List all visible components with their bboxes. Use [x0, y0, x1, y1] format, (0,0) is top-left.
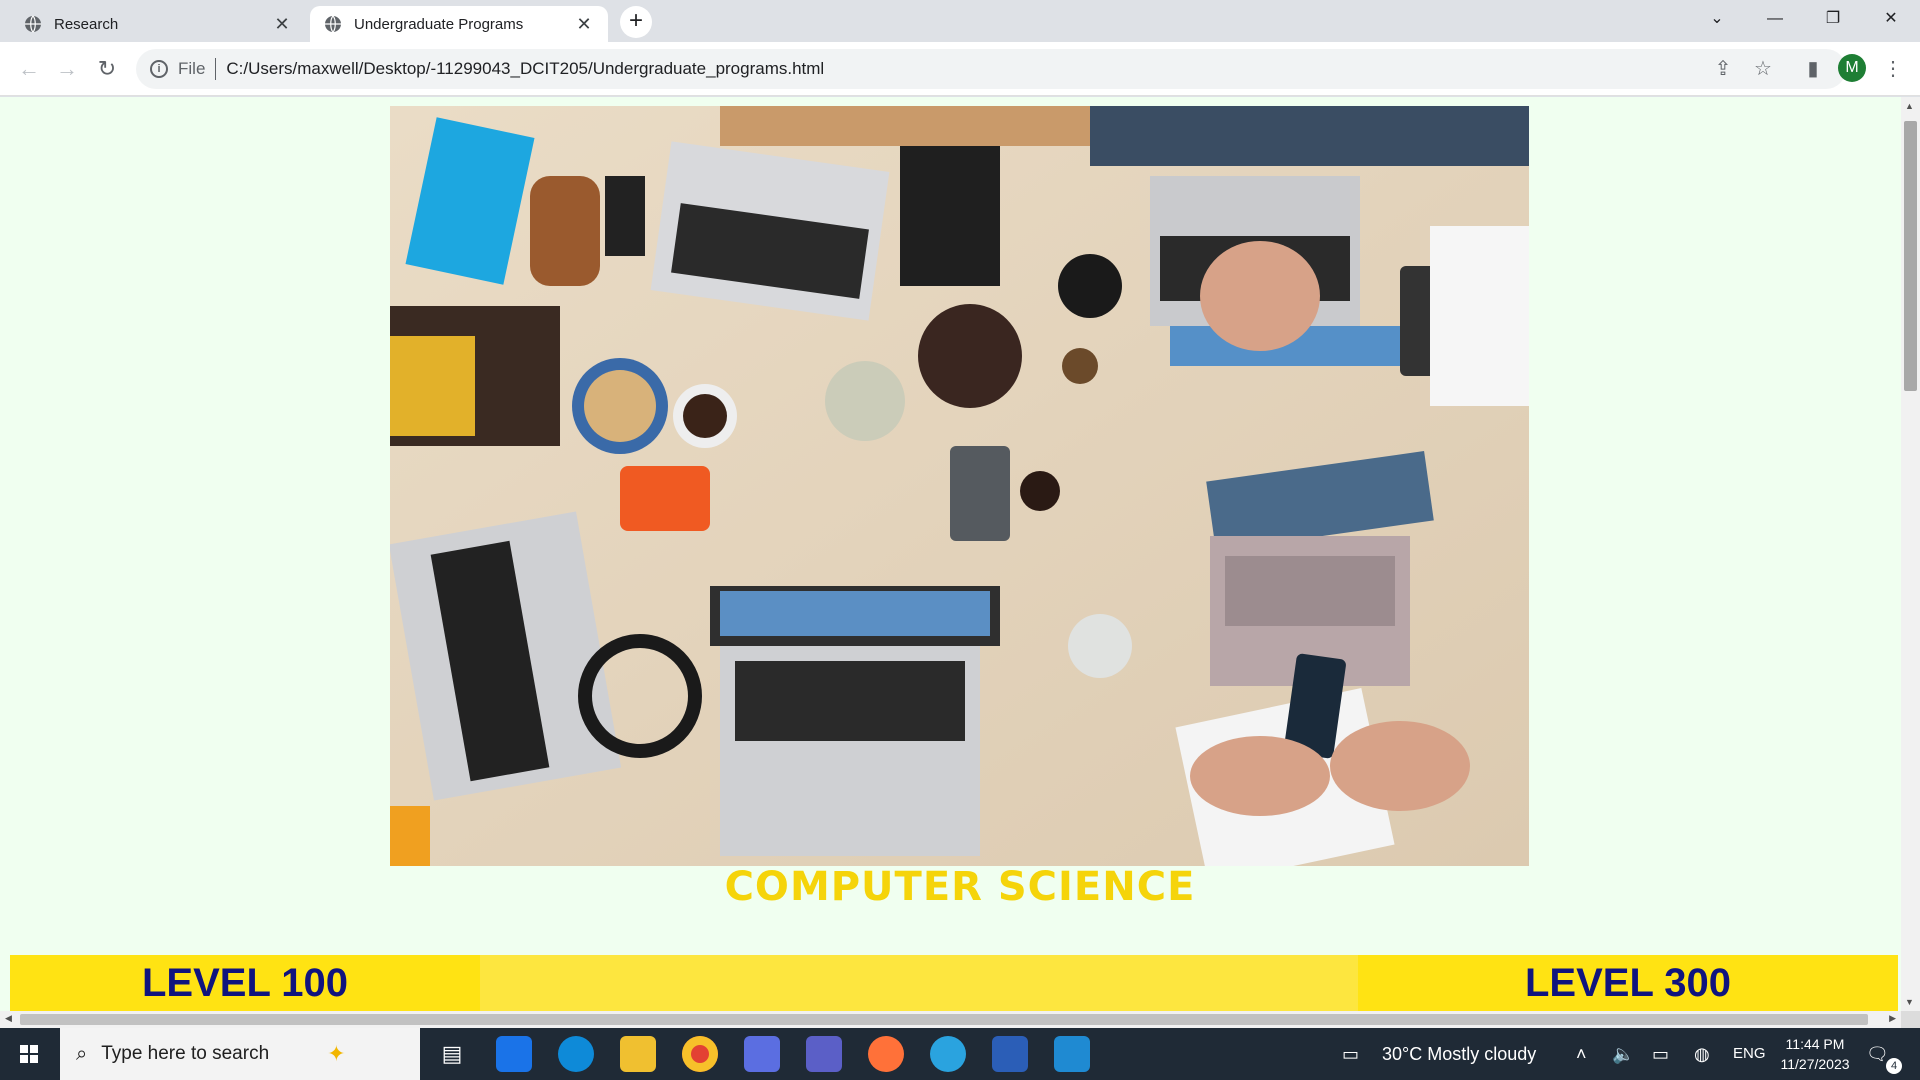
notification-count-badge: 4 [1886, 1058, 1902, 1074]
file-explorer-icon[interactable] [620, 1036, 656, 1072]
hero-image [390, 106, 1529, 866]
network-globe-icon[interactable]: ◍ [1694, 1028, 1710, 1080]
side-panel-icon[interactable]: ▮ [1798, 54, 1828, 84]
clock-time: 11:44 PM [1785, 1036, 1845, 1052]
reload-button[interactable]: ↻ [92, 54, 122, 84]
scroll-right-arrow-icon[interactable]: ▶ [1889, 1013, 1896, 1024]
sparkle-icon: ✦ [327, 1041, 346, 1066]
tab-research[interactable]: Research ✕ [10, 6, 306, 42]
taskbar: ⌕ Type here to search ✦ ▤ ▭ 30°C Mostly … [0, 1028, 1920, 1080]
weather-text[interactable]: 30°C Mostly cloudy [1382, 1028, 1536, 1080]
language-indicator[interactable]: ENG [1733, 1028, 1766, 1080]
copilot-icon[interactable] [744, 1036, 780, 1072]
scroll-left-arrow-icon[interactable]: ◀ [5, 1013, 12, 1024]
tab-label: Undergraduate Programs [354, 15, 524, 33]
clock[interactable]: 11:44 PM 11/27/2023 [1770, 1034, 1860, 1074]
level-100-header: LEVEL 100 [10, 955, 480, 1011]
battery-icon[interactable]: ▭ [1652, 1028, 1669, 1080]
url-text[interactable]: C:/Users/maxwell/Desktop/-11299043_DCIT2… [226, 59, 824, 79]
back-button[interactable]: ← [14, 54, 44, 84]
tab-label: Research [54, 15, 119, 33]
vertical-scrollbar[interactable]: ▲ ▼ [1901, 97, 1920, 1011]
address-bar[interactable]: i File C:/Users/maxwell/Desktop/-1129904… [136, 49, 1846, 89]
globe-icon [25, 15, 41, 33]
bookmark-star-icon[interactable]: ☆ [1748, 54, 1778, 84]
browser-toolbar: ← → ↻ i File C:/Users/maxwell/Desktop/-1… [0, 42, 1920, 96]
desk-photo-illustration [390, 106, 1529, 866]
forward-button[interactable]: → [52, 54, 82, 84]
scroll-up-arrow-icon[interactable]: ▲ [1905, 101, 1914, 111]
edge-icon[interactable] [558, 1036, 594, 1072]
chrome-icon[interactable] [682, 1036, 718, 1072]
windows-start-icon[interactable] [0, 1028, 60, 1080]
taskbar-search-box[interactable]: ⌕ Type here to search ✦ [60, 1028, 420, 1080]
tab-strip: Research ✕ Undergraduate Programs ✕ + ⌄ … [0, 0, 1920, 42]
scheme-label: File [178, 59, 206, 78]
clock-date: 11/27/2023 [1780, 1056, 1850, 1072]
scrollbar-corner [1901, 1011, 1920, 1028]
close-icon[interactable]: ✕ [272, 14, 292, 34]
speaker-icon[interactable]: 🔈 [1612, 1028, 1634, 1080]
menu-icon[interactable]: ⋮ [1878, 54, 1908, 84]
minimize-button[interactable]: — [1746, 0, 1804, 38]
horizontal-scroll-thumb[interactable] [20, 1014, 1868, 1025]
firefox-icon[interactable] [868, 1036, 904, 1072]
avatar[interactable]: M [1838, 54, 1866, 82]
task-view-icon[interactable]: ▤ [434, 1036, 470, 1072]
search-icon: ⌕ [76, 1042, 88, 1065]
level-bar: LEVEL 100 LEVEL 300 [10, 955, 1898, 1011]
globe-icon [325, 15, 341, 33]
notification-icon[interactable]: 🗨 [1866, 1028, 1889, 1080]
search-placeholder: Type here to search [101, 1043, 270, 1064]
chevron-up-icon[interactable]: ˄ [1576, 1028, 1587, 1080]
close-icon[interactable]: ✕ [574, 14, 594, 34]
divider [215, 58, 217, 80]
department-title: COMPUTER SCIENCE [724, 864, 1196, 910]
vertical-scroll-thumb[interactable] [1904, 121, 1917, 391]
word-icon[interactable] [992, 1036, 1028, 1072]
level-300-header: LEVEL 300 [1358, 955, 1898, 1011]
scroll-down-arrow-icon[interactable]: ▼ [1905, 997, 1914, 1007]
telegram-icon[interactable] [930, 1036, 966, 1072]
close-window-button[interactable]: ✕ [1862, 0, 1920, 38]
tab-search-icon[interactable]: ⌄ [1688, 0, 1746, 38]
horizontal-scrollbar[interactable]: ◀ ▶ [0, 1011, 1901, 1028]
page-viewport: COMPUTER SCIENCE LEVEL 100 LEVEL 300 [0, 97, 1901, 1011]
share-icon[interactable]: ⇪ [1708, 54, 1738, 84]
weather-icon[interactable]: ▭ [1342, 1028, 1359, 1080]
restore-button[interactable]: ❐ [1804, 0, 1862, 38]
vscode-icon[interactable] [1054, 1036, 1090, 1072]
tab-undergraduate-programs[interactable]: Undergraduate Programs ✕ [310, 6, 608, 42]
window-controls: ⌄ — ❐ ✕ [1688, 0, 1920, 38]
new-tab-button[interactable]: + [620, 6, 652, 38]
teams-icon[interactable] [806, 1036, 842, 1072]
info-icon[interactable]: i [150, 60, 168, 78]
mail-icon[interactable] [496, 1036, 532, 1072]
